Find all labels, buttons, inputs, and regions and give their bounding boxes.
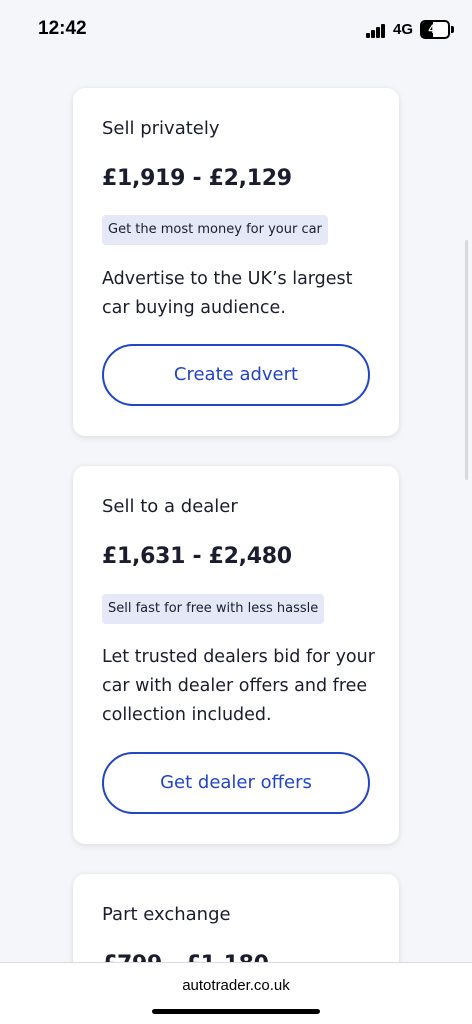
card-badge: Sell fast for free with less hassle: [102, 594, 325, 624]
battery-icon: 41: [420, 20, 450, 39]
browser-bottom-bar: autotrader.co.uk: [0, 962, 472, 1024]
home-indicator[interactable]: [152, 1009, 320, 1014]
card-price-range: £1,919 - £2,129: [102, 166, 292, 191]
get-dealer-offers-button[interactable]: Get dealer offers: [102, 752, 370, 814]
signal-icon: [366, 24, 386, 38]
scroll-indicator[interactable]: [465, 240, 468, 480]
screen: 12:42 4G 41 Sell privately £1,919 - £2,1…: [0, 0, 472, 1024]
card-description: Advertise to the UK’s largest car buying…: [102, 269, 353, 318]
network-label: 4G: [393, 21, 414, 38]
status-time: 12:42: [38, 18, 87, 39]
card-title: Sell to a dealer: [102, 496, 238, 517]
card-title: Sell privately: [102, 118, 220, 139]
battery-cap: [451, 26, 454, 33]
create-advert-button[interactable]: Create advert: [102, 344, 370, 406]
sell-privately-card: Sell privately £1,919 - £2,129 Get the m…: [73, 88, 399, 436]
status-bar: 12:42 4G 41: [0, 0, 472, 60]
card-description: Let trusted dealers bid for your car wit…: [102, 647, 375, 725]
battery-level: 41: [428, 22, 442, 36]
card-badge: Get the most money for your car: [102, 215, 328, 245]
card-price-range: £1,631 - £2,480: [102, 544, 292, 569]
card-title: Part exchange: [102, 904, 231, 925]
sell-to-dealer-card: Sell to a dealer £1,631 - £2,480 Sell fa…: [73, 466, 399, 844]
url-label[interactable]: autotrader.co.uk: [0, 977, 472, 994]
